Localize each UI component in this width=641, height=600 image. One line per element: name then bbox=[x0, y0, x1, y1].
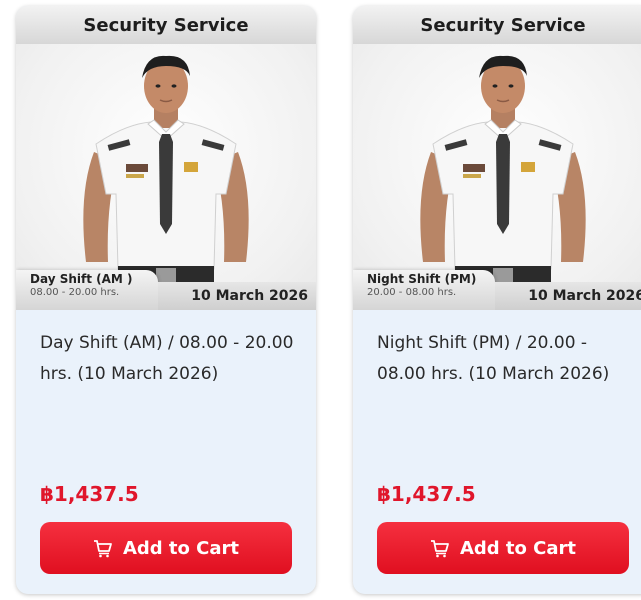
shift-hours: 08.00 - 20.00 hrs. bbox=[30, 286, 120, 298]
shift-title: Day Shift (AM ) bbox=[30, 272, 133, 286]
date-label: 10 March 2026 bbox=[495, 282, 641, 310]
card-header-title: Security Service bbox=[353, 6, 641, 45]
add-to-cart-button[interactable]: Add to Cart bbox=[377, 522, 629, 574]
shift-label: Night Shift (PM) 20.00 - 08.00 hrs. bbox=[353, 270, 495, 310]
product-price: ฿1,437.5 bbox=[40, 482, 139, 506]
shopping-cart-icon bbox=[93, 538, 113, 558]
product-card[interactable]: Security Service Day Shift (AM) 08.00 -… bbox=[16, 6, 316, 594]
date-label: 10 March 2026 bbox=[158, 282, 316, 310]
product-image: Day Shift (AM ) 08.00 - 20.00 hrs. 10 Ma… bbox=[16, 44, 316, 310]
product-price: ฿1,437.5 bbox=[377, 482, 476, 506]
shift-hours: 20.00 - 08.00 hrs. bbox=[367, 286, 457, 298]
shopping-cart-icon bbox=[430, 538, 450, 558]
shift-label: Day Shift (AM ) 08.00 - 20.00 hrs. bbox=[16, 270, 158, 310]
product-card[interactable]: Security Service Night Shift (PM) 20.00 … bbox=[353, 6, 641, 594]
add-to-cart-button[interactable]: Add to Cart bbox=[40, 522, 292, 574]
add-to-cart-label: Add to Cart bbox=[459, 537, 577, 559]
add-to-cart-label: Add to Cart bbox=[122, 537, 240, 559]
product-image: Night Shift (PM) 20.00 - 08.00 hrs. 10 M… bbox=[353, 44, 641, 310]
shift-title: Night Shift (PM) bbox=[367, 272, 477, 286]
card-header-title: Security Service bbox=[16, 6, 316, 45]
product-description: Night Shift (PM) / 20.00 - 08.00 hrs. (1… bbox=[377, 333, 610, 384]
product-description: Day Shift (AM) / 08.00 - 20.00 hrs. (10 … bbox=[40, 333, 294, 384]
